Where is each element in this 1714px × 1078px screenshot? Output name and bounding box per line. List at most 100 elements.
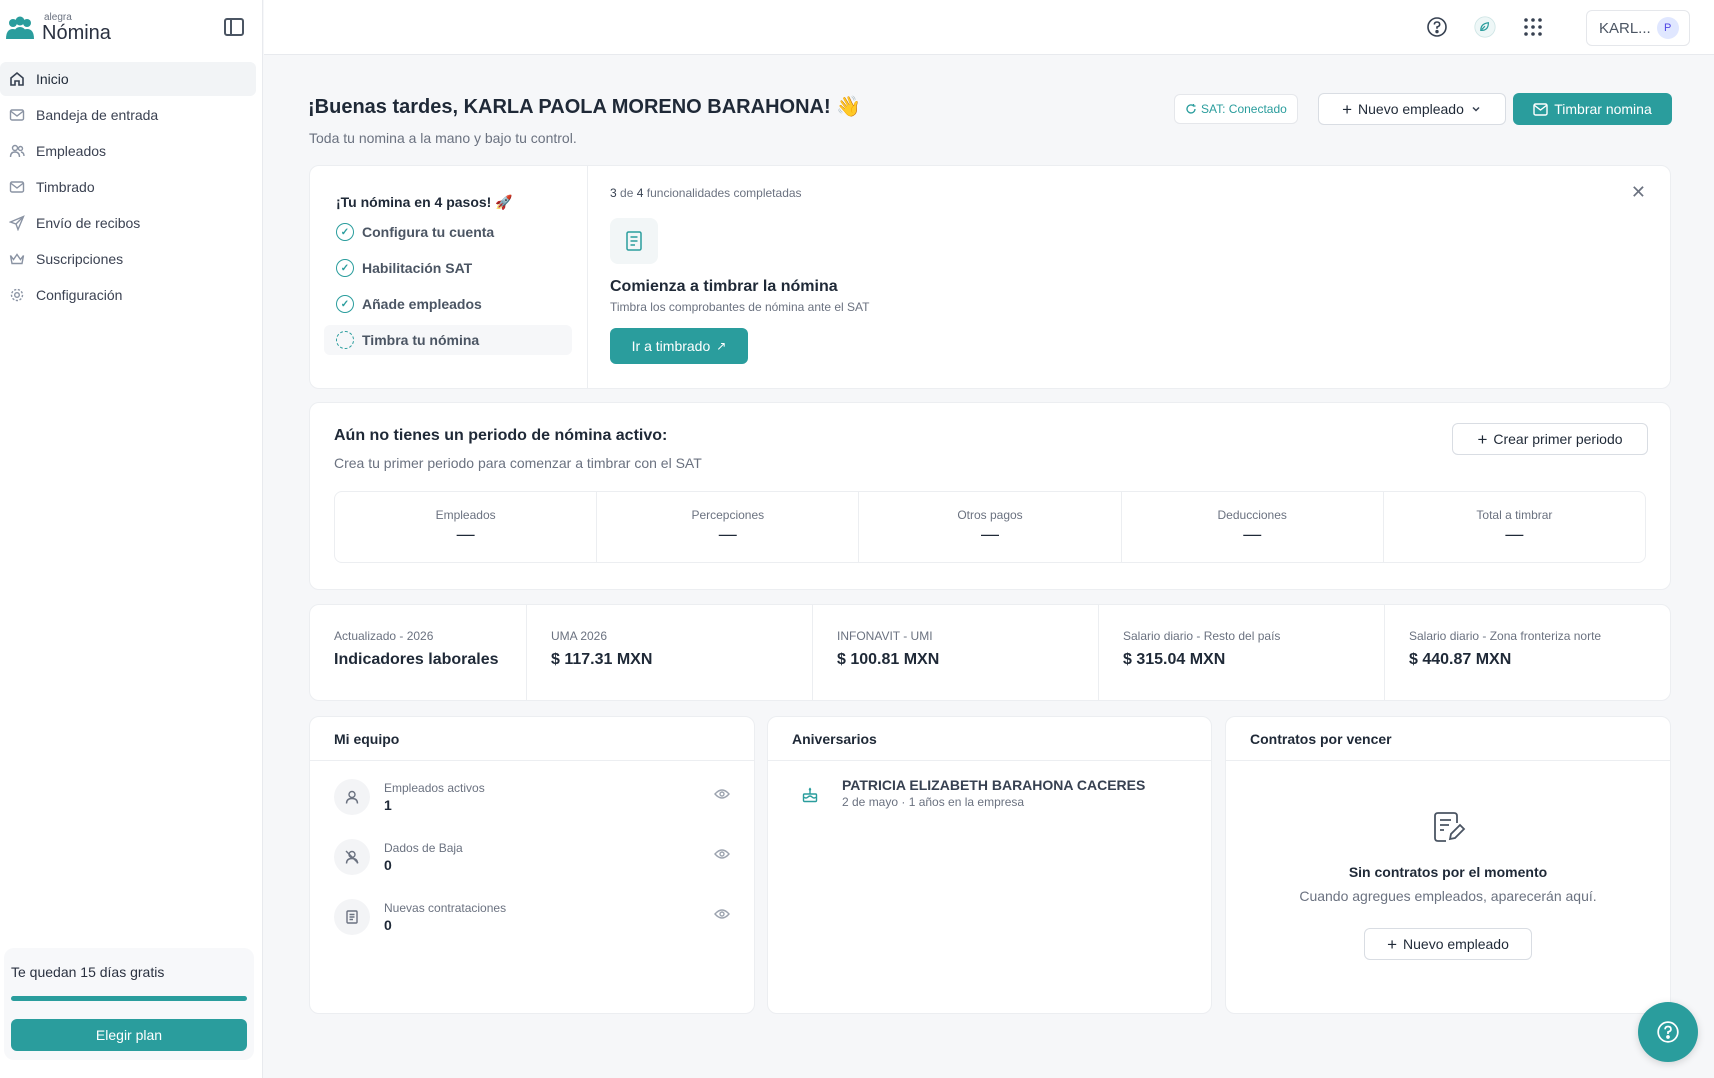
mail-icon (8, 178, 26, 196)
sidebar-toggle-icon[interactable] (224, 18, 244, 36)
stat-label: Empleados (435, 508, 496, 522)
step-item[interactable]: ✓ Configura tu cuenta (324, 217, 572, 247)
sidebar-item-envio-recibos[interactable]: Envío de recibos (0, 206, 256, 240)
receipt-icon (610, 218, 658, 264)
stat-label: Total a timbrar (1476, 508, 1553, 522)
document-icon (334, 899, 370, 935)
team-row-label: Dados de Baja (384, 841, 463, 855)
close-icon[interactable]: ✕ (1631, 182, 1646, 203)
pending-circle-icon: ✓ (336, 331, 354, 349)
steps-of: de (620, 186, 634, 200)
feature-description: Timbra los comprobantes de nómina ante e… (610, 300, 870, 314)
empty-state: Sin contratos por el momento Cuando agre… (1226, 761, 1670, 960)
team-row-value: 1 (384, 797, 392, 813)
trial-panel: Te quedan 15 días gratis Elegir plan (4, 948, 254, 1060)
sidebar-item-label: Suscripciones (36, 251, 124, 267)
team-row-value: 0 (384, 857, 392, 873)
team-row-label: Empleados activos (384, 781, 485, 795)
go-to-stamping-label: Ir a timbrado (631, 338, 711, 354)
page-title: ¡Buenas tardes, KARLA PAOLA MORENO BARAH… (308, 96, 862, 118)
stat-value: — (1243, 524, 1262, 544)
check-circle-icon: ✓ (336, 295, 354, 313)
home-icon (8, 70, 26, 88)
anniversaries-title: Aniversarios (768, 717, 1211, 761)
step-item-current[interactable]: ✓ Timbra tu nómina (324, 325, 572, 355)
brand-name: Nómina (42, 22, 111, 44)
indicator-label: Salario diario - Zona fronteriza norte (1409, 629, 1602, 643)
plus-icon: + (1477, 429, 1488, 449)
sidebar-item-suscripciones[interactable]: Suscripciones (0, 242, 256, 276)
onboarding-steps-card: ¡Tu nómina en 4 pasos! 🚀 ✓ Configura tu … (309, 165, 1671, 389)
user-name: KARL... (1599, 19, 1651, 37)
sync-icon (1186, 104, 1196, 114)
steps-completed: 3 (610, 186, 617, 200)
sidebar-item-empleados[interactable]: Empleados (0, 134, 256, 168)
eye-icon[interactable] (714, 907, 730, 925)
step-label: Configura tu cuenta (362, 224, 495, 240)
stat-label: Percepciones (691, 508, 765, 522)
sidebar-item-label: Timbrado (36, 179, 95, 195)
send-icon (8, 214, 26, 232)
go-to-stamping-button[interactable]: Ir a timbrado ↗ (610, 328, 748, 364)
sidebar-item-inicio[interactable]: Inicio (0, 62, 256, 96)
step-item[interactable]: ✓ Habilitación SAT (324, 253, 572, 283)
eye-icon[interactable] (714, 787, 730, 805)
new-employee-dropdown-button[interactable]: + Nuevo empleado (1318, 93, 1506, 125)
plus-icon: + (1342, 99, 1353, 119)
avatar: P (1656, 17, 1679, 39)
period-title: Aún no tienes un periodo de nómina activ… (334, 427, 668, 444)
sat-status-text: SAT: Conectado (1201, 102, 1287, 116)
help-icon[interactable] (1426, 16, 1448, 38)
stat-cell: Total a timbrar — (1384, 492, 1645, 562)
expiring-contracts-title: Contratos por vencer (1226, 717, 1670, 761)
expiring-contracts-card: Contratos por vencer Sin contratos por e… (1225, 716, 1671, 1014)
anniversary-detail: 2 de mayo · 1 años en la empresa (842, 795, 1025, 809)
sidebar-item-label: Inicio (36, 71, 69, 87)
apps-grid-icon[interactable] (1522, 16, 1544, 38)
anniversary-name: PATRICIA ELIZABETH BARAHONA CACERES (842, 777, 1146, 793)
step-item[interactable]: ✓ Añade empleados (324, 289, 572, 319)
my-team-card: Mi equipo Empleados activos 1 Dados de B… (309, 716, 755, 1014)
indicator-label: INFONAVIT - UMI (837, 629, 933, 643)
help-chat-button[interactable] (1638, 1002, 1698, 1062)
team-row-label: Nuevas contrataciones (384, 901, 507, 915)
new-employee-label: Nuevo empleado (1403, 936, 1509, 952)
chevron-down-icon (1472, 106, 1480, 112)
stat-cell: Deducciones — (1122, 492, 1384, 562)
indicator-cell: INFONAVIT - UMI $ 100.81 MXN (813, 605, 1099, 700)
anniversary-item: PATRICIA ELIZABETH BARAHONA CACERES 2 de… (768, 761, 1211, 813)
mail-icon (1533, 102, 1548, 116)
plus-icon: + (1387, 934, 1398, 954)
create-first-period-button[interactable]: + Crear primer periodo (1452, 423, 1648, 455)
step-label: Timbra tu nómina (362, 332, 480, 348)
indicator-cell: UMA 2026 $ 117.31 MXN (527, 605, 813, 700)
my-team-title: Mi equipo (310, 717, 754, 761)
labor-indicators-card: Actualizado - 2026 Indicadores laborales… (309, 604, 1671, 701)
assistant-icon[interactable] (1474, 16, 1496, 38)
eye-icon[interactable] (714, 847, 730, 865)
brand[interactable]: alegra Nómina (4, 12, 111, 44)
stamp-payroll-button[interactable]: Timbrar nomina (1513, 93, 1672, 125)
new-employee-label: Nuevo empleado (1358, 101, 1464, 117)
user-menu[interactable]: KARL... P (1586, 10, 1690, 46)
indicator-value: $ 440.87 MXN (1409, 651, 1512, 668)
sidebar-item-bandeja[interactable]: Bandeja de entrada (0, 98, 256, 132)
sat-status-badge: SAT: Conectado (1174, 94, 1298, 124)
check-circle-icon: ✓ (336, 259, 354, 277)
crown-icon (8, 250, 26, 268)
sidebar-item-timbrado[interactable]: Timbrado (0, 170, 256, 204)
indicator-cell: Actualizado - 2026 Indicadores laborales (310, 605, 527, 700)
indicator-label: Salario diario - Resto del país (1123, 629, 1281, 643)
trial-text: Te quedan 15 días gratis (11, 964, 165, 980)
inbox-icon (8, 106, 26, 124)
payroll-period-card: Aún no tienes un periodo de nómina activ… (309, 402, 1671, 590)
choose-plan-button[interactable]: Elegir plan (11, 1019, 247, 1051)
period-description: Crea tu primer periodo para comenzar a t… (334, 455, 702, 471)
sidebar: alegra Nómina Inicio Bandeja de entrada … (0, 0, 263, 1078)
topbar (264, 0, 1714, 55)
step-label: Habilitación SAT (362, 260, 473, 276)
indicator-value: $ 117.31 MXN (551, 651, 653, 668)
sidebar-item-label: Bandeja de entrada (36, 107, 159, 123)
sidebar-item-configuracion[interactable]: Configuración (0, 278, 256, 312)
new-employee-button[interactable]: + Nuevo empleado (1364, 928, 1532, 960)
